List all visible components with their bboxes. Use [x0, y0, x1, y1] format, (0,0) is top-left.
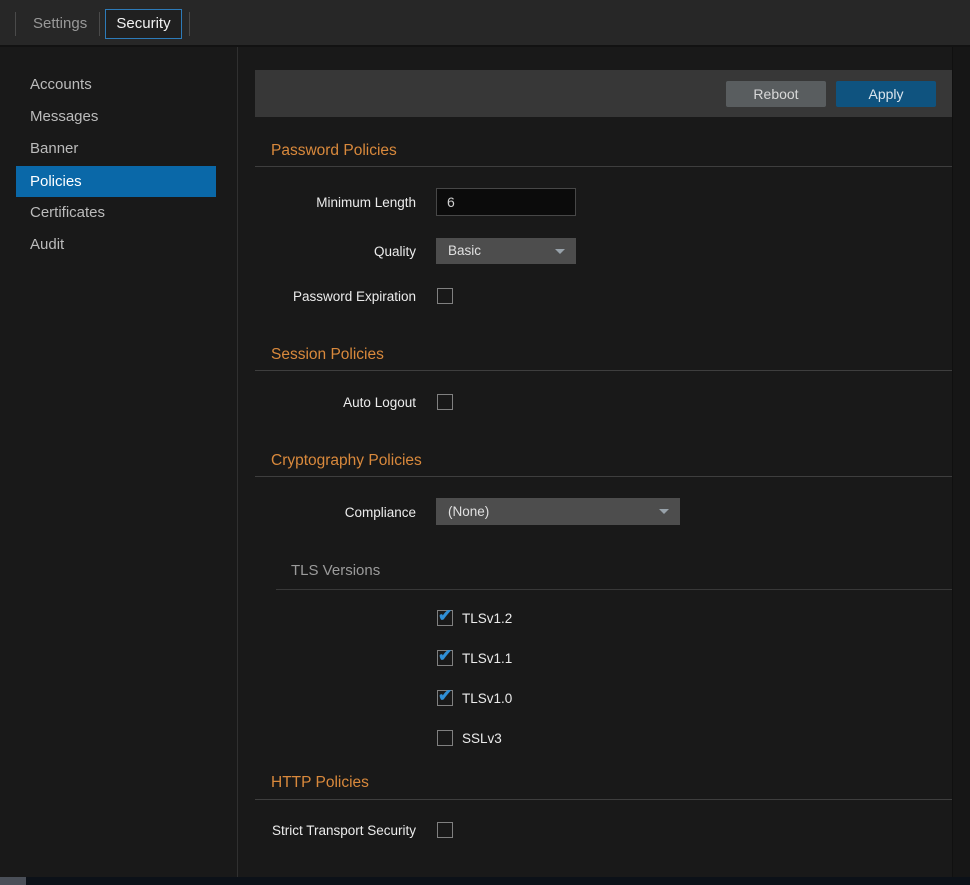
subsection-divider: [276, 589, 952, 590]
strict-transport-security-checkbox[interactable]: [437, 822, 453, 838]
tlsv1-1-label: TLSv1.1: [462, 651, 512, 667]
top-navbar: Settings Security: [0, 0, 970, 47]
auto-logout-label: Auto Logout: [237, 395, 416, 411]
quality-label: Quality: [237, 244, 416, 260]
tab-security[interactable]: Security: [105, 9, 182, 39]
section-title-http-policies: HTTP Policies: [271, 774, 369, 792]
nav-divider: [15, 12, 16, 36]
password-expiration-label: Password Expiration: [237, 289, 416, 305]
vertical-scrollbar-gutter[interactable]: [952, 47, 970, 877]
section-divider: [255, 370, 952, 371]
horizontal-scrollbar-track[interactable]: [0, 877, 970, 885]
quality-selected-value: Basic: [448, 243, 481, 258]
compliance-label: Compliance: [237, 505, 416, 521]
tlsv1-2-label: TLSv1.2: [462, 611, 512, 627]
tlsv1-0-checkbox[interactable]: [437, 690, 453, 706]
chevron-down-icon: [555, 249, 565, 254]
section-divider: [255, 799, 952, 800]
action-toolbar: Reboot Apply: [255, 70, 952, 117]
tlsv1-1-checkbox[interactable]: [437, 650, 453, 666]
sidebar-item-audit[interactable]: Audit: [0, 229, 237, 261]
sslv3-label: SSLv3: [462, 731, 502, 747]
tab-settings[interactable]: Settings: [33, 0, 87, 47]
sidebar-item-certificates[interactable]: Certificates: [0, 197, 237, 229]
apply-button[interactable]: Apply: [836, 81, 936, 107]
minimum-length-label: Minimum Length: [237, 195, 416, 211]
section-divider: [255, 166, 952, 167]
section-divider: [255, 476, 952, 477]
nav-divider: [189, 12, 190, 36]
section-title-password-policies: Password Policies: [271, 142, 397, 160]
sidebar-item-banner[interactable]: Banner: [0, 133, 237, 165]
compliance-selected-value: (None): [448, 504, 489, 519]
sidebar-item-messages[interactable]: Messages: [0, 101, 237, 133]
security-policies-page: Settings Security Accounts Messages Bann…: [0, 0, 970, 885]
strict-transport-security-label: Strict Transport Security: [237, 823, 416, 839]
chevron-down-icon: [659, 509, 669, 514]
sidebar-item-accounts[interactable]: Accounts: [0, 69, 237, 101]
section-title-cryptography-policies: Cryptography Policies: [271, 452, 422, 470]
sidebar: Accounts Messages Banner Policies Certif…: [0, 47, 237, 877]
subsection-title-tls-versions: TLS Versions: [291, 562, 380, 580]
sidebar-item-policies[interactable]: Policies: [16, 166, 216, 197]
nav-divider: [99, 12, 100, 36]
sslv3-checkbox[interactable]: [437, 730, 453, 746]
horizontal-scrollbar-thumb[interactable]: [0, 877, 26, 885]
tlsv1-0-label: TLSv1.0: [462, 691, 512, 707]
sidebar-divider: [237, 47, 238, 877]
reboot-button[interactable]: Reboot: [726, 81, 826, 107]
auto-logout-checkbox[interactable]: [437, 394, 453, 410]
minimum-length-input[interactable]: [436, 188, 576, 216]
quality-select[interactable]: Basic: [436, 238, 576, 264]
tlsv1-2-checkbox[interactable]: [437, 610, 453, 626]
password-expiration-checkbox[interactable]: [437, 288, 453, 304]
section-title-session-policies: Session Policies: [271, 346, 384, 364]
compliance-select[interactable]: (None): [436, 498, 680, 525]
